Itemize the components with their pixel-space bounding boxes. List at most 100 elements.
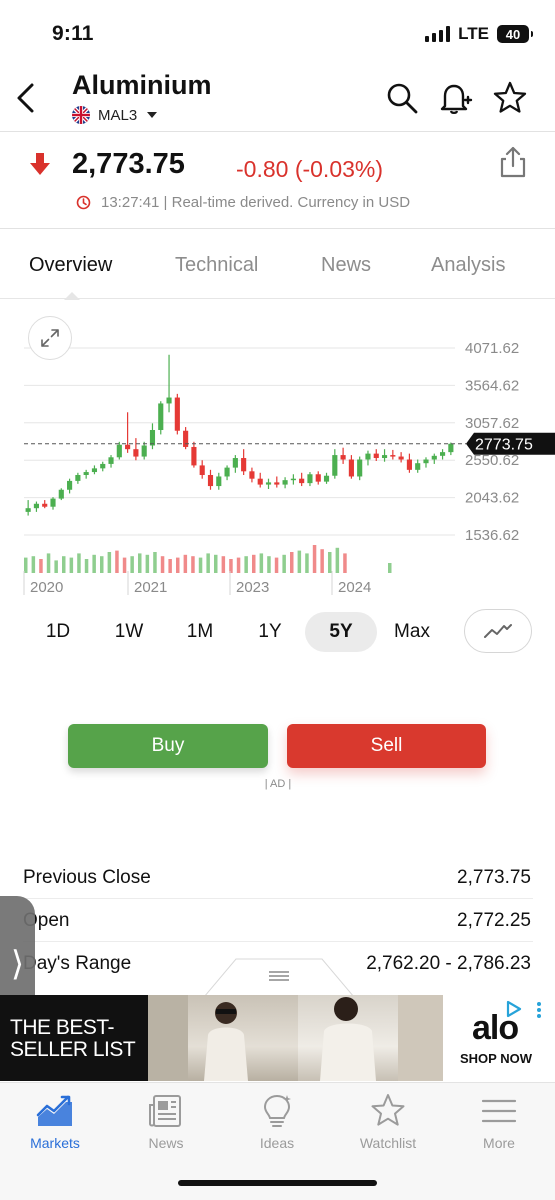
volume-bar	[236, 557, 241, 573]
candle-body	[398, 456, 404, 460]
candle-body	[141, 445, 147, 457]
battery-icon: 40	[497, 25, 533, 43]
status-indicators: LTE 40	[425, 24, 533, 44]
y-tick-label: 3057.62	[465, 415, 519, 432]
volume-bar	[343, 553, 347, 573]
signal-icon	[425, 26, 451, 42]
ad-cta[interactable]: SHOP NOW	[460, 1051, 532, 1066]
tab-overview[interactable]: Overview	[29, 254, 112, 277]
tab-active-indicator	[64, 292, 80, 300]
nav-more[interactable]: More	[444, 1093, 554, 1151]
volume-bar	[183, 554, 188, 573]
stat-previous-close-value: 2,773.75	[457, 867, 531, 888]
candle-body	[265, 482, 272, 485]
ad-menu-icon[interactable]	[536, 1001, 542, 1024]
symbol-selector[interactable]: MAL3	[72, 106, 158, 124]
network-type: LTE	[458, 24, 489, 43]
range-1y-button[interactable]: 1Y	[246, 612, 294, 652]
volume-bar	[297, 550, 302, 573]
tab-news[interactable]: News	[321, 254, 371, 277]
chart-type-button[interactable]	[464, 609, 532, 653]
page-title: Aluminium	[72, 70, 212, 100]
volume-bar	[320, 549, 324, 573]
volume-bar	[191, 556, 195, 573]
search-button[interactable]	[385, 80, 419, 116]
ad-choices-icon[interactable]	[504, 999, 524, 1024]
candle-body	[232, 458, 238, 468]
candle-body	[183, 430, 189, 447]
candle-body	[125, 444, 131, 450]
uk-flag-icon	[72, 106, 90, 124]
ad-label: | AD |	[264, 778, 292, 790]
candle-body	[431, 455, 437, 460]
range-max-button[interactable]: Max	[386, 612, 438, 652]
range-1m-button[interactable]: 1M	[176, 612, 224, 652]
candle-body	[282, 480, 288, 485]
price-change: -0.80 (-0.03%)	[236, 156, 384, 182]
candle-body	[166, 397, 172, 404]
nav-watchlist[interactable]: Watchlist	[333, 1093, 443, 1151]
watchlist-star-button[interactable]	[492, 80, 527, 116]
lightbulb-icon	[263, 1094, 291, 1127]
candle-body	[224, 467, 230, 477]
volume-bar	[290, 552, 294, 573]
candle-body	[133, 449, 139, 457]
range-5y-button[interactable]: 5Y	[305, 612, 377, 652]
price-chart[interactable]: 4071.62 3564.62 3057.62 2550.62 2043.62 1536.…	[0, 305, 555, 605]
bottom-sheet-handle[interactable]	[202, 957, 356, 998]
add-alert-button[interactable]	[437, 80, 473, 116]
candle-body	[406, 459, 412, 470]
candle-body	[100, 463, 106, 469]
stat-divider	[23, 898, 533, 899]
candle-body	[274, 482, 280, 485]
expand-chart-button[interactable]	[28, 316, 72, 360]
x-tick-label: 2021	[134, 579, 167, 596]
ad-banner[interactable]: THE BEST-SELLER LIST alo SHOP NOW	[0, 995, 555, 1081]
nav-news[interactable]: News	[111, 1093, 221, 1151]
volume-bar	[77, 553, 81, 573]
buy-button[interactable]: Buy	[68, 724, 268, 768]
candle-body	[315, 474, 321, 482]
nav-label: Ideas	[259, 1135, 295, 1151]
range-1d-button[interactable]: 1D	[34, 612, 82, 652]
y-tick-label: 2043.62	[465, 490, 519, 507]
volume-bar	[39, 559, 43, 573]
candle-body	[83, 472, 89, 475]
down-arrow-icon	[28, 151, 52, 177]
nav-markets[interactable]: Markets	[0, 1093, 110, 1151]
candle-body	[448, 443, 454, 453]
sell-button[interactable]: Sell	[287, 724, 486, 768]
candle-body	[323, 475, 330, 482]
stat-divider	[23, 941, 533, 942]
candle-body	[390, 455, 396, 457]
range-1w-button[interactable]: 1W	[105, 612, 153, 652]
volume-bar	[305, 553, 309, 573]
candle-body	[373, 453, 379, 459]
quote-timestamp: 13:27:41 | Real-time derived. Currency i…	[101, 194, 411, 211]
candle-body	[75, 474, 81, 481]
volume-bar	[312, 545, 317, 573]
volume-bar	[198, 557, 203, 573]
volume-bar	[206, 553, 210, 573]
volume-bar	[24, 557, 28, 573]
volume-bar	[145, 554, 150, 573]
nav-ideas[interactable]: Ideas	[222, 1093, 332, 1151]
tab-technical[interactable]: Technical	[175, 254, 258, 277]
candle-body	[191, 446, 197, 466]
volume-bar	[252, 554, 256, 573]
volume-bar	[31, 556, 36, 573]
candle-body	[415, 463, 421, 470]
candle-body	[216, 476, 222, 487]
markets-chart-icon	[36, 1095, 72, 1126]
volume-bar	[388, 563, 392, 573]
candle-body	[439, 452, 446, 456]
stat-open-value: 2,772.25	[457, 910, 531, 931]
status-time: 9:11	[52, 22, 94, 45]
clock-icon	[76, 195, 91, 210]
tab-analysis[interactable]: Analysis	[431, 254, 505, 277]
candle-body	[241, 458, 247, 472]
candle-body	[357, 459, 363, 477]
back-button[interactable]	[12, 82, 42, 114]
volume-bar	[84, 559, 89, 573]
share-button[interactable]	[496, 145, 530, 179]
